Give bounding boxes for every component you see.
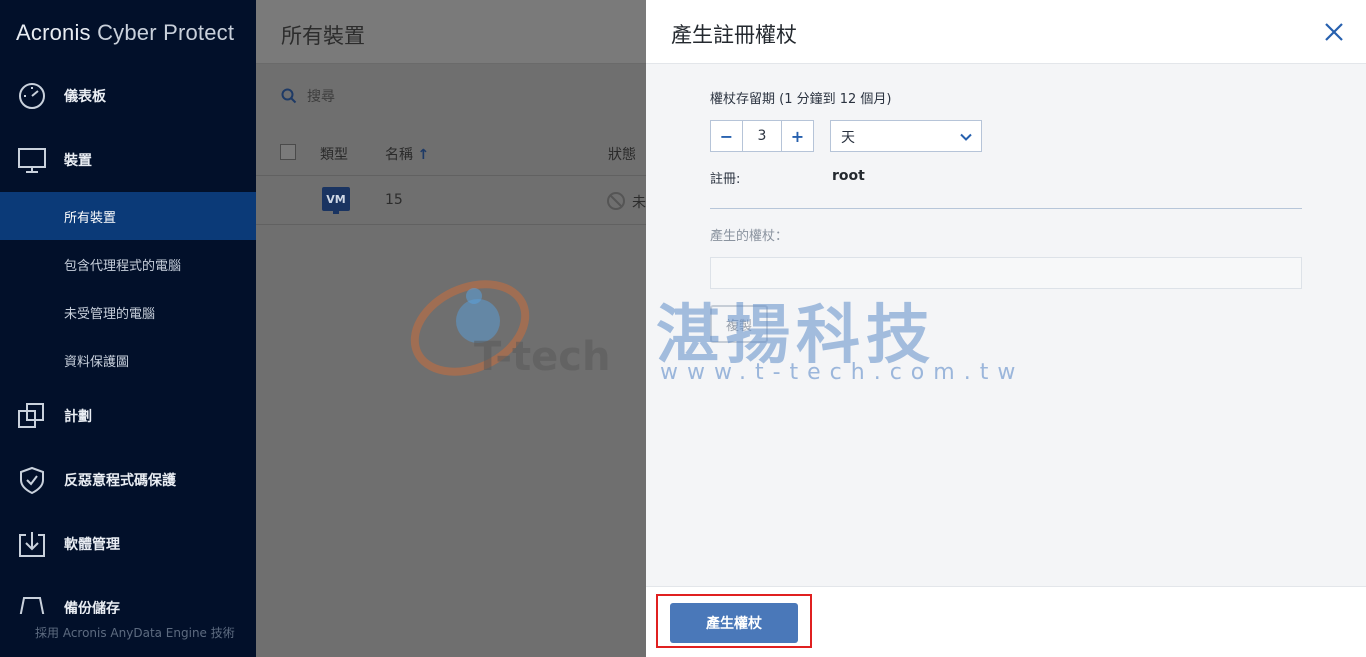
sidebar-footer: 採用 Acronis AnyData Engine 技術 (35, 626, 235, 640)
not-protected-icon (607, 192, 625, 210)
plans-icon (18, 403, 44, 428)
device-name: 15 (385, 192, 403, 208)
sidebar-subitem-label: 所有裝置 (64, 211, 117, 226)
panel-header: 產生註冊權杖 (646, 0, 1366, 64)
nav-item-antimalware[interactable]: 反惡意程式碼保護 (0, 456, 256, 504)
nav-item-dashboard[interactable]: 儀表板 (0, 72, 256, 120)
decrement-button[interactable]: − (711, 121, 742, 151)
column-type[interactable]: 類型 (320, 144, 348, 164)
vm-icon-stand (333, 211, 339, 214)
sidebar-subitem-label: 包含代理程式的電腦 (64, 259, 182, 274)
lifetime-unit-value: 天 (841, 130, 855, 146)
register-value: root (832, 168, 865, 184)
vm-icon: VM (322, 187, 350, 211)
divider (710, 208, 1302, 209)
generated-token-label: 產生的權杖： (710, 229, 789, 244)
table-row[interactable]: VM 15 未 (256, 177, 646, 225)
table-header: 類型 名稱 ↑ 狀態 (256, 132, 646, 176)
lifetime-value[interactable]: 3 (742, 121, 782, 151)
sidebar-subitem-label: 資料保護圖 (64, 355, 130, 370)
close-icon[interactable] (1322, 20, 1346, 44)
select-all-checkbox[interactable] (280, 144, 296, 160)
nav-item-label: 反惡意程式碼保護 (64, 473, 176, 489)
token-lifetime-label: 權杖存留期 (1 分鐘到 12 個月) (710, 92, 892, 107)
watermark-url: www.t-tech.com.tw (660, 360, 1025, 385)
nav-item-software-management[interactable]: 軟體管理 (0, 520, 256, 568)
brand-name-part1: Acronis (16, 20, 91, 45)
sidebar-subitem-label: 未受管理的電腦 (64, 307, 156, 322)
panel-footer: 產生權杖 (646, 586, 1366, 657)
generate-token-button[interactable]: 產生權杖 (670, 603, 798, 643)
increment-button[interactable]: + (782, 121, 813, 151)
device-status: 未 (632, 195, 646, 211)
nav-item-backup-storage[interactable]: 備份儲存 (0, 584, 256, 614)
watermark-logo-text: T-tech (474, 334, 611, 380)
main-content: 所有裝置 搜尋 類型 名稱 ↑ 狀態 VM 15 未 T-tech (256, 0, 646, 657)
nav-item-label: 軟體管理 (64, 537, 120, 553)
nav-item-label: 計劃 (64, 409, 92, 425)
shield-icon (20, 466, 44, 494)
lifetime-stepper[interactable]: − 3 + (710, 120, 814, 152)
sidebar-subitem-machines-with-agents[interactable]: 包含代理程式的電腦 (0, 240, 256, 288)
brand-logo: Acronis Cyber Protect (0, 0, 256, 64)
sort-asc-icon: ↑ (417, 147, 430, 163)
sidebar: Acronis Cyber Protect 儀表板 裝置 所有裝置 包含代理程式… (0, 0, 256, 657)
lifetime-unit-select[interactable]: 天 (830, 120, 982, 152)
nav-item-plans[interactable]: 計劃 (0, 392, 256, 440)
download-box-icon (19, 532, 45, 557)
panel-title: 產生註冊權杖 (671, 23, 797, 47)
search-input[interactable]: 搜尋 (307, 86, 335, 106)
register-label: 註冊: (710, 172, 741, 187)
sidebar-subitem-all-devices[interactable]: 所有裝置 (0, 192, 256, 240)
nav-item-devices[interactable]: 裝置 (0, 136, 256, 184)
column-name-label: 名稱 (385, 147, 413, 163)
page-title: 所有裝置 (256, 0, 646, 64)
dashboard-icon (19, 83, 45, 109)
chevron-down-icon (960, 133, 972, 141)
brand-name-part2: Cyber Protect (90, 20, 235, 45)
column-status[interactable]: 狀態 (608, 144, 636, 164)
nav-item-label: 裝置 (64, 153, 92, 169)
storage-icon (19, 597, 45, 614)
monitor-icon (18, 148, 46, 173)
search-bar[interactable]: 搜尋 (281, 82, 335, 110)
search-icon (281, 88, 297, 104)
sidebar-subitem-unmanaged-machines[interactable]: 未受管理的電腦 (0, 288, 256, 336)
nav-item-label: 備份儲存 (64, 601, 120, 614)
column-name[interactable]: 名稱 ↑ (385, 144, 429, 164)
nav-item-label: 儀表板 (64, 89, 106, 105)
sidebar-subitem-data-protection-map[interactable]: 資料保護圖 (0, 336, 256, 384)
